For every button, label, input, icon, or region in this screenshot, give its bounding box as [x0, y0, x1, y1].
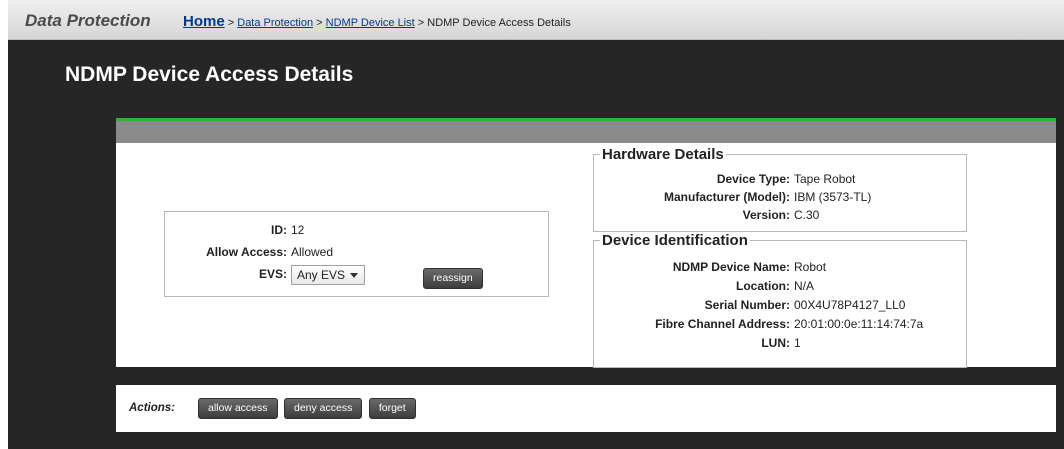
location-value: N/A	[794, 279, 815, 293]
device-name-label: NDMP Device Name:	[672, 260, 790, 274]
allow-access-row: Allow Access: Allowed	[165, 245, 333, 259]
panel-header	[116, 118, 1056, 143]
section-title: Data Protection	[25, 11, 151, 30]
serial-number-value: 00X4U78P4127_LL0	[794, 298, 906, 312]
fibre-channel-address-row: Fibre Channel Address: 20:01:00:0e:11:14:…	[594, 317, 923, 331]
location-label: Location:	[736, 279, 790, 293]
evs-label: EVS:	[258, 267, 287, 282]
details-panel: ID: 12 Allow Access: Allowed EVS: Any EVS r…	[116, 143, 1056, 368]
version-value: C.30	[794, 208, 820, 222]
page-title: NDMP Device Access Details	[65, 63, 354, 86]
manufacturer-row: Manufacturer (Model): IBM (3573-TL)	[594, 190, 871, 204]
breadcrumb-separator: >	[417, 17, 425, 29]
manufacturer-value: IBM (3573-TL)	[794, 190, 872, 204]
lun-row: LUN: 1	[594, 336, 801, 350]
breadcrumb-separator: >	[227, 17, 235, 29]
device-name-value: Robot	[794, 260, 827, 274]
forget-button[interactable]: forget	[368, 398, 416, 419]
allow-access-value: Allowed	[291, 245, 334, 259]
hardware-details-legend: Hardware Details	[602, 146, 724, 163]
evs-select[interactable]: Any EVS	[291, 265, 365, 285]
evs-row: EVS: Any EVS	[165, 265, 365, 285]
id-value: 12	[291, 223, 305, 237]
breadcrumb-ndmp-device-list-link[interactable]: NDMP Device List	[326, 17, 415, 29]
id-row: ID: 12	[165, 223, 304, 237]
top-bar: Data Protection Home > Data Protection >…	[8, 0, 1064, 40]
deny-access-button[interactable]: deny access	[283, 398, 363, 419]
location-row: Location: N/A	[594, 279, 814, 293]
allow-access-label: Allow Access:	[206, 245, 287, 259]
device-type-label: Device Type:	[716, 172, 790, 186]
evs-selected-value: Any EVS	[297, 268, 346, 282]
access-details-box: ID: 12 Allow Access: Allowed EVS: Any EVS r…	[164, 211, 549, 297]
chevron-down-icon	[350, 273, 358, 278]
serial-number-row: Serial Number: 00X4U78P4127_LL0	[594, 298, 906, 312]
serial-number-label: Serial Number:	[704, 298, 790, 312]
device-identification-legend: Device Identification	[602, 232, 748, 249]
device-name-row: NDMP Device Name: Robot	[594, 260, 826, 274]
fibre-channel-address-value: 20:01:00:0e:11:14:74:7a	[794, 317, 924, 331]
breadcrumb-current: NDMP Device Access Details	[427, 17, 571, 29]
actions-label: Actions:	[129, 402, 175, 414]
lun-value: 1	[794, 336, 801, 350]
breadcrumb-data-protection-link[interactable]: Data Protection	[237, 17, 313, 29]
version-row: Version: C.30	[594, 208, 820, 222]
breadcrumb-home-link[interactable]: Home	[183, 13, 225, 30]
breadcrumb-separator: >	[316, 17, 323, 29]
device-type-value: Tape Robot	[794, 172, 856, 186]
hardware-details-group: Hardware Details Device Type: Tape Robot …	[593, 146, 967, 232]
device-identification-group: Device Identification NDMP Device Name: R…	[593, 232, 967, 368]
manufacturer-label: Manufacturer (Model):	[664, 190, 790, 204]
version-label: Version:	[742, 208, 790, 222]
id-label: ID:	[271, 223, 287, 237]
actions-bar: Actions: allow access deny access forget	[116, 385, 1056, 432]
app-frame: Data Protection Home > Data Protection >…	[8, 0, 1064, 449]
device-type-row: Device Type: Tape Robot	[594, 172, 856, 186]
fibre-channel-address-label: Fibre Channel Address:	[655, 317, 790, 331]
actions-buttons: allow access deny access forget	[198, 398, 418, 419]
allow-access-button[interactable]: allow access	[198, 398, 278, 419]
breadcrumb: Home > Data Protection > NDMP Device Lis…	[183, 13, 571, 30]
reassign-button[interactable]: reassign	[423, 268, 483, 289]
lun-label: LUN:	[761, 336, 790, 350]
